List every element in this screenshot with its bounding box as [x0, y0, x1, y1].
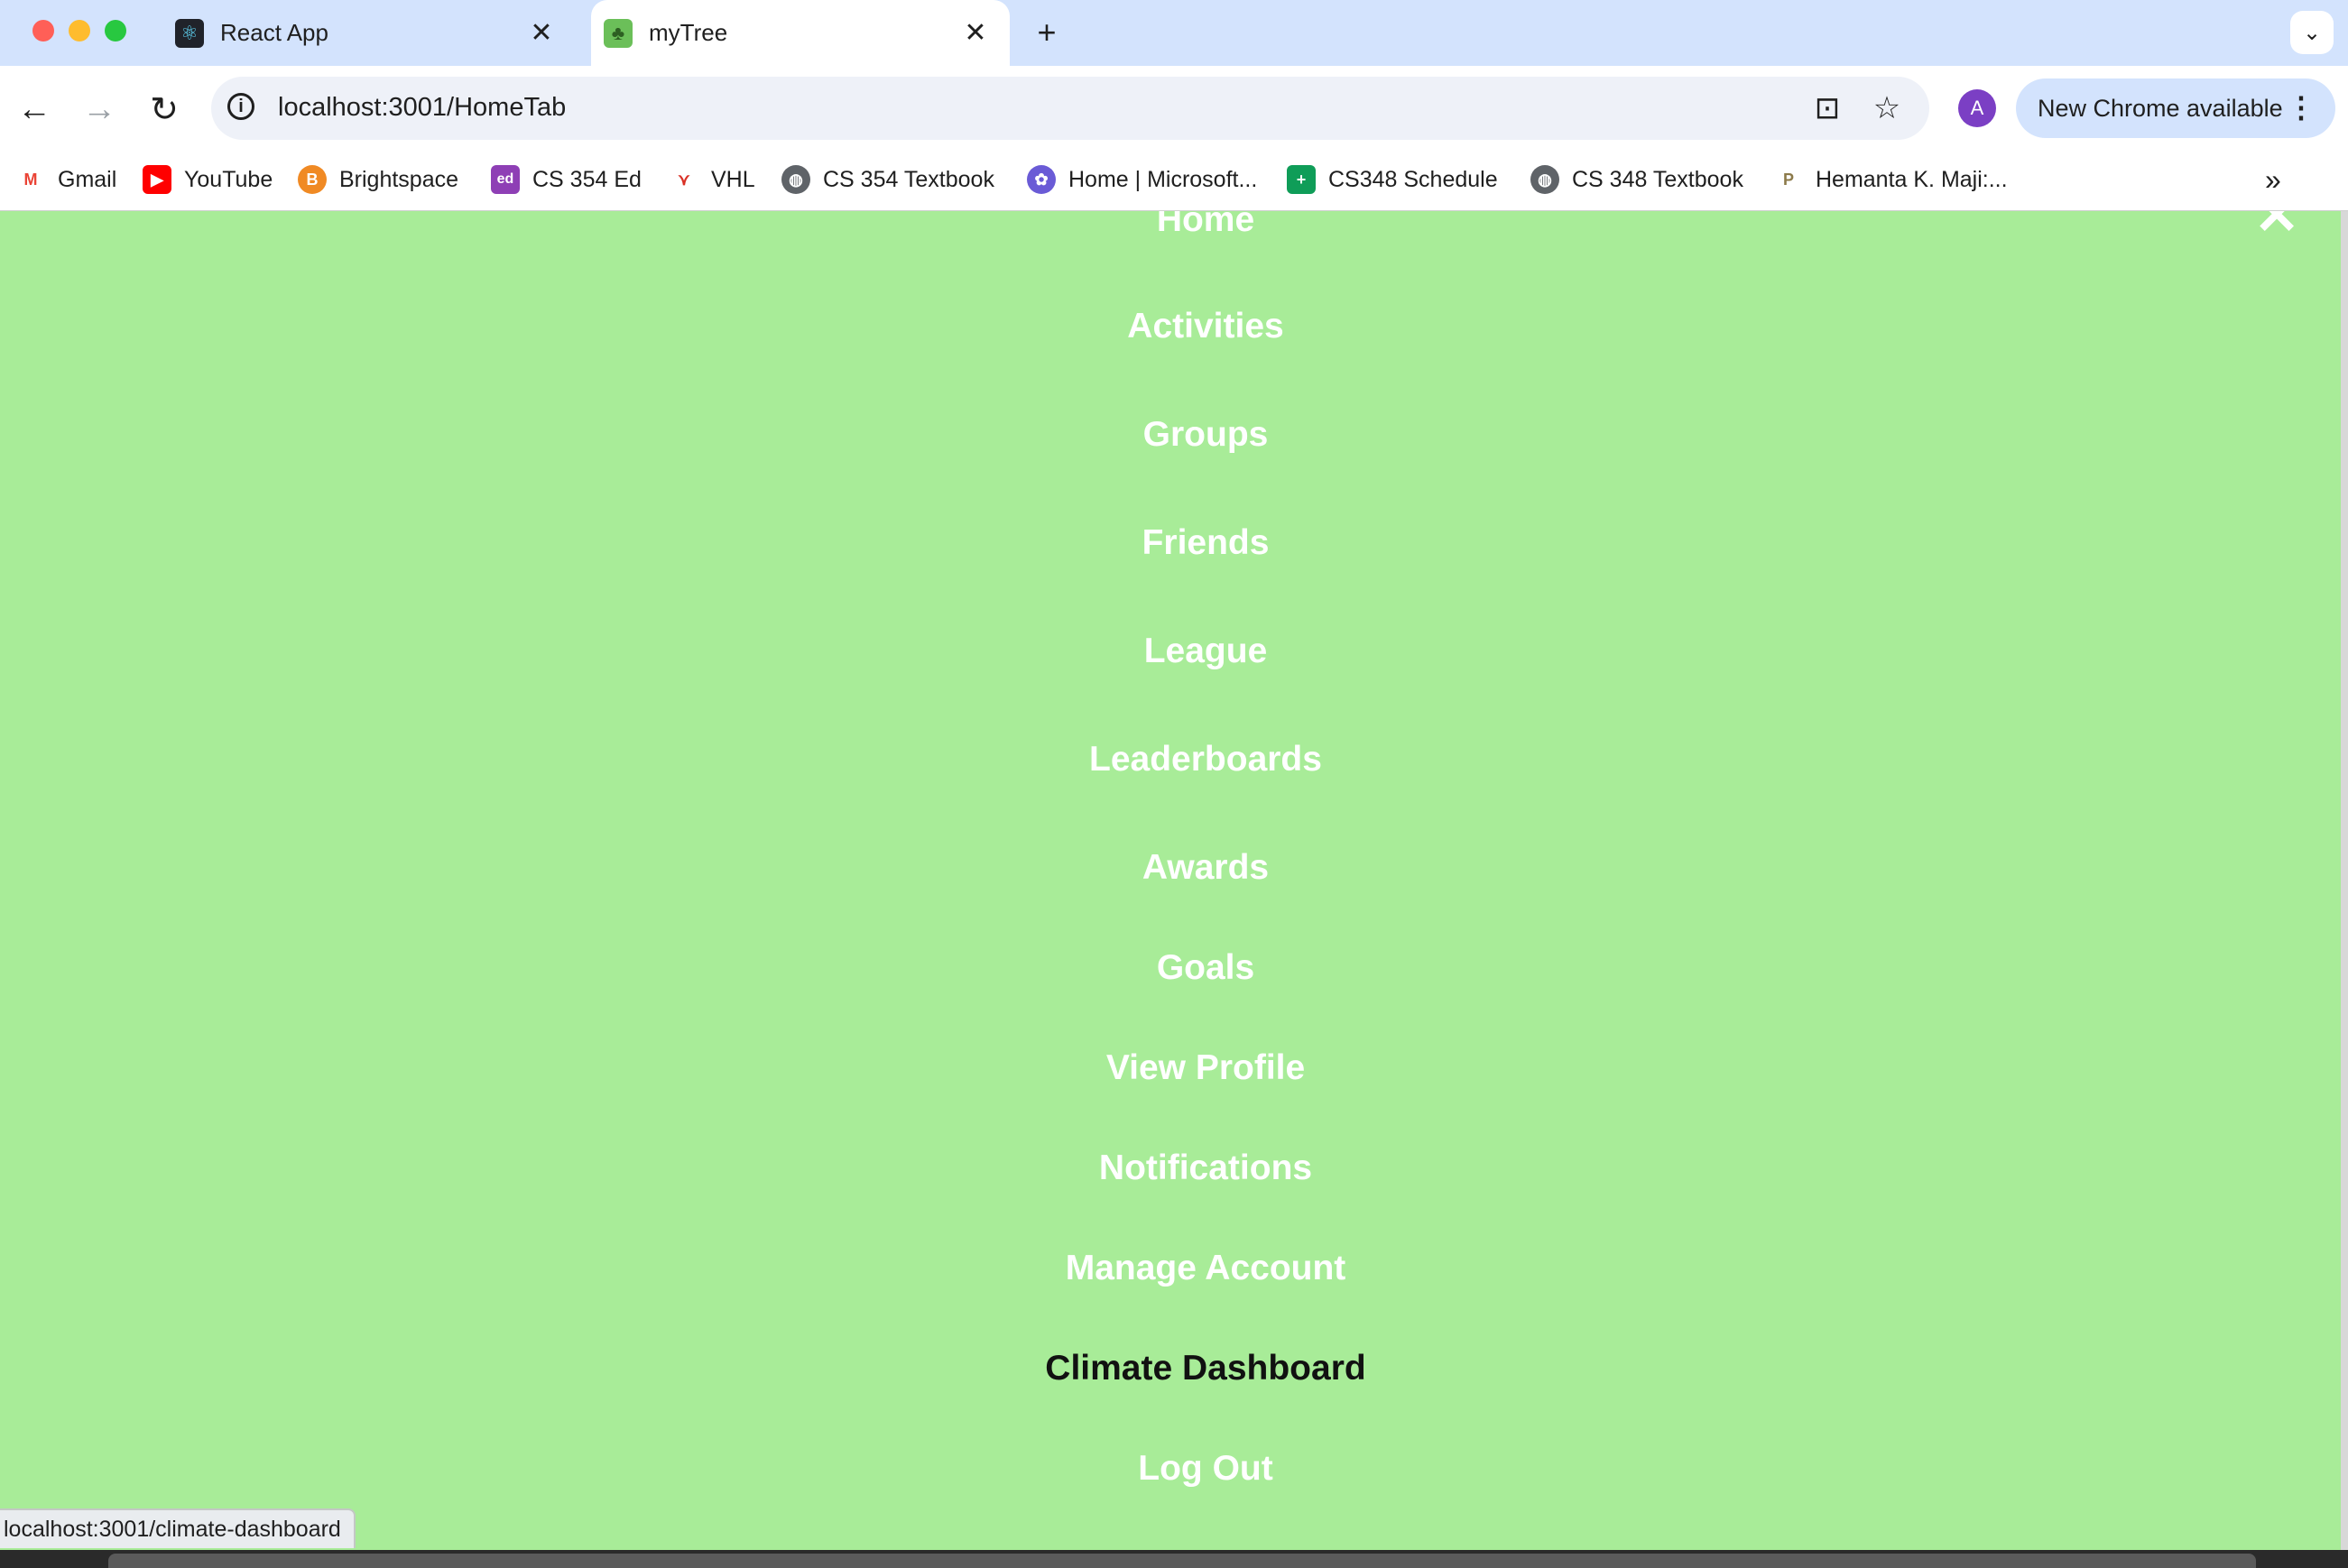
menu-item-notifications[interactable]: Notifications [0, 1148, 2348, 1188]
bookmark-vhl[interactable]: ⋎ VHL [670, 161, 755, 198]
menu-item-friends[interactable]: Friends [0, 523, 2348, 563]
bookmark-label: Gmail [58, 166, 117, 192]
menu-item-climate-dashboard[interactable]: Climate Dashboard [0, 1349, 2348, 1388]
close-tab-icon[interactable]: ✕ [957, 14, 994, 51]
menu-item-leaderboards[interactable]: Leaderboards [0, 740, 2348, 779]
menu-item-groups[interactable]: Groups [0, 415, 2348, 455]
tab-title: myTree [649, 19, 728, 46]
more-bookmarks-icon[interactable]: » [2265, 163, 2281, 197]
menu-item-log-out[interactable]: Log Out [0, 1449, 2348, 1489]
bookmark-star-icon[interactable]: ☆ [1868, 89, 1906, 127]
link-preview-status: localhost:3001/climate-dashboard [0, 1508, 356, 1548]
bookmark-cs354-ed[interactable]: ed CS 354 Ed [491, 161, 642, 198]
brightspace-icon: B [298, 165, 327, 194]
bookmark-cs348-textbook[interactable]: ◍ CS 348 Textbook [1530, 161, 1743, 198]
bookmark-brightspace[interactable]: B Brightspace [298, 161, 458, 198]
maximize-window-button[interactable] [105, 20, 126, 42]
back-button[interactable]: ← [11, 86, 58, 133]
url-text[interactable]: localhost:3001/HomeTab [278, 93, 566, 123]
menu-item-home[interactable]: Home [0, 211, 2348, 240]
bookmark-label: CS 348 Textbook [1572, 166, 1743, 192]
bookmark-label: VHL [711, 166, 755, 192]
bookmark-microsoft-home[interactable]: ✿ Home | Microsoft... [1027, 161, 1257, 198]
address-bar[interactable]: i localhost:3001/HomeTab ⊡ ☆ [211, 77, 1929, 140]
forward-button[interactable]: → [76, 86, 123, 133]
close-tab-icon[interactable]: ✕ [523, 14, 559, 51]
menu-item-view-profile[interactable]: View Profile [0, 1048, 2348, 1088]
nav-menu-overlay: ✕ Home Activities Groups Friends League … [0, 211, 2348, 1550]
purdue-icon: P [1774, 165, 1803, 194]
bookmark-cs354-textbook[interactable]: ◍ CS 354 Textbook [781, 161, 994, 198]
youtube-icon: ▶ [143, 165, 171, 194]
bookmark-label: CS348 Schedule [1328, 166, 1498, 192]
minimize-window-button[interactable] [69, 20, 90, 42]
sheets-icon: + [1287, 165, 1316, 194]
profile-avatar[interactable]: A [1958, 89, 1996, 127]
bookmark-label: Brightspace [339, 166, 459, 192]
bookmark-label: YouTube [184, 166, 273, 192]
menu-item-activities[interactable]: Activities [0, 307, 2348, 346]
menu-item-goals[interactable]: Goals [0, 948, 2348, 988]
site-info-icon[interactable]: i [227, 93, 254, 120]
tab-search-button[interactable]: ⌄ [2290, 11, 2334, 54]
bookmark-gmail[interactable]: M Gmail [16, 161, 116, 198]
bookmark-label: Hemanta K. Maji:... [1816, 166, 2008, 192]
menu-item-manage-account[interactable]: Manage Account [0, 1249, 2348, 1288]
tab-react-app[interactable]: ⚛ React App ✕ [159, 0, 576, 66]
react-icon: ⚛ [175, 18, 204, 48]
bookmarks-bar: M Gmail ▶ YouTube B Brightspace ed CS 35… [0, 151, 2348, 211]
ed-icon: ed [491, 165, 520, 194]
menu-item-league[interactable]: League [0, 632, 2348, 671]
bookmark-cs348-schedule[interactable]: + CS348 Schedule [1287, 161, 1498, 198]
bookmark-hemanta-maji[interactable]: P Hemanta K. Maji:... [1774, 161, 2008, 198]
install-app-icon[interactable]: ⊡ [1808, 89, 1846, 127]
tab-mytree[interactable]: ♣ myTree ✕ [591, 0, 1010, 66]
bookmark-label: CS 354 Textbook [823, 166, 994, 192]
browser-window: ⚛ React App ✕ ♣ myTree ✕ + ⌄ ← → ↻ i loc… [0, 0, 2348, 1550]
gmail-icon: M [16, 165, 45, 194]
bookmark-label: Home | Microsoft... [1068, 166, 1258, 192]
bookmark-label: CS 354 Ed [532, 166, 642, 192]
browser-toolbar: ← → ↻ i localhost:3001/HomeTab ⊡ ☆ A New… [0, 66, 2348, 151]
globe-icon: ◍ [1530, 165, 1559, 194]
reload-button[interactable]: ↻ [141, 86, 188, 133]
scrollbar[interactable] [2341, 211, 2348, 1550]
menu-item-awards[interactable]: Awards [0, 848, 2348, 888]
tab-strip: ⚛ React App ✕ ♣ myTree ✕ + ⌄ [0, 0, 2348, 66]
tree-icon: ♣ [604, 18, 633, 48]
close-window-button[interactable] [32, 20, 54, 42]
chrome-update-button[interactable]: New Chrome available ⋮ [2016, 78, 2335, 138]
menu-kebab-icon[interactable]: ⋮ [2287, 90, 2316, 125]
vhl-icon: ⋎ [670, 165, 698, 194]
chrome-update-label: New Chrome available [2038, 94, 2283, 122]
microsoft-icon: ✿ [1027, 165, 1056, 194]
dock-icons-strip[interactable] [108, 1554, 2256, 1568]
bookmark-youtube[interactable]: ▶ YouTube [143, 161, 273, 198]
globe-icon: ◍ [781, 165, 810, 194]
dock [0, 1550, 2348, 1568]
tab-title: React App [220, 19, 328, 46]
new-tab-button[interactable]: + [1027, 13, 1067, 52]
